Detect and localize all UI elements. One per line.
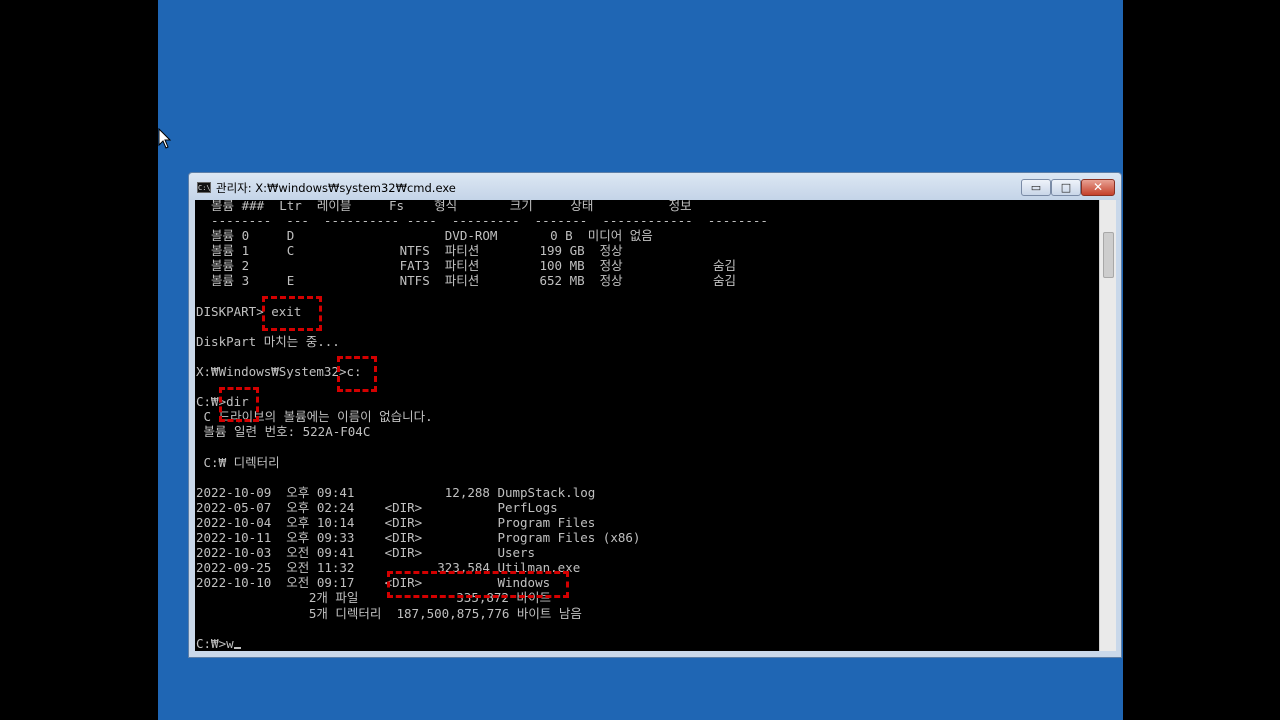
- highlight-box-dir: [219, 387, 259, 422]
- console-line: 볼륨 일련 번호: 522A-F04C: [196, 424, 371, 440]
- console-line: 볼륨 1 C NTFS 파티션 199 GB 정상: [196, 243, 623, 259]
- title-bar[interactable]: C:\ 관리자: X:₩windows₩system32₩cmd.exe ▭ □…: [189, 173, 1121, 200]
- minimize-button[interactable]: ▭: [1021, 179, 1051, 196]
- console-line: 볼륨 2 FAT3 파티션 100 MB 정상 숨김: [196, 258, 736, 274]
- console-prompt-line: C:₩>w: [196, 635, 234, 651]
- console-line: C:₩ 디렉터리: [196, 454, 280, 470]
- console-line: DiskPart 마치는 중...: [196, 333, 340, 349]
- highlight-box-windows-dir: [387, 571, 569, 598]
- window-title: 관리자: X:₩windows₩system32₩cmd.exe: [216, 181, 456, 195]
- maximize-button[interactable]: □: [1051, 179, 1081, 196]
- console-line: 볼륨 3 E NTFS 파티션 652 MB 정상 숨김: [196, 273, 736, 289]
- console-line: -------- --- ---------- ---- --------- -…: [196, 213, 768, 229]
- mouse-pointer-icon: [158, 128, 172, 149]
- console-line: 2022-10-09 오후 09:41 12,288 DumpStack.log: [196, 484, 596, 500]
- console-line: 볼륨 0 D DVD-ROM 0 B 미디어 없음: [196, 228, 653, 244]
- console-line: 2022-10-04 오후 10:14 <DIR> Program Files: [196, 514, 596, 530]
- console-line: 5개 디렉터리 187,500,875,776 바이트 남음: [196, 605, 582, 621]
- console-line: 2022-10-11 오후 09:33 <DIR> Program Files …: [196, 530, 641, 546]
- highlight-box-c-drive: [337, 356, 377, 392]
- close-button[interactable]: ✕: [1081, 179, 1115, 196]
- minimize-icon: ▭: [1030, 181, 1042, 194]
- close-icon: ✕: [1092, 180, 1104, 194]
- cmd-window[interactable]: C:\ 관리자: X:₩windows₩system32₩cmd.exe ▭ □…: [188, 172, 1122, 658]
- highlight-box-exit: [262, 296, 322, 331]
- console-line: 2022-10-03 오전 09:41 <DIR> Users: [196, 545, 536, 561]
- console-line: 볼륨 ### Ltr 레이블 Fs 형식 크기 상태 정보: [196, 200, 692, 213]
- console-line: 2022-05-07 오후 02:24 <DIR> PerfLogs: [196, 499, 558, 515]
- text-cursor: [233, 646, 241, 649]
- console-output[interactable]: 볼륨 ### Ltr 레이블 Fs 형식 크기 상태 정보 -------- -…: [195, 200, 1099, 651]
- maximize-icon: □: [1060, 181, 1072, 194]
- scrollbar-thumb[interactable]: [1103, 232, 1114, 278]
- cmd-app-icon: C:\: [197, 182, 211, 193]
- vertical-scrollbar[interactable]: [1099, 200, 1116, 651]
